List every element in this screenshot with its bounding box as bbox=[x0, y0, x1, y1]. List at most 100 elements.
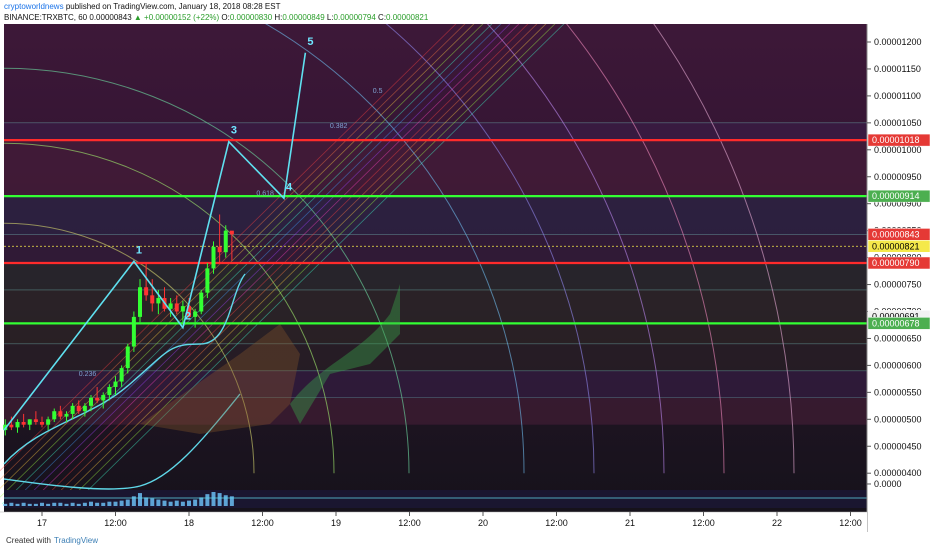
volume-bar bbox=[40, 502, 44, 506]
price-change: ▲ +0.00000152 (+22%) bbox=[133, 13, 220, 22]
y-tick-label: 0.00000550 bbox=[874, 387, 922, 397]
volume-bar bbox=[205, 494, 210, 506]
time-axis-background bbox=[0, 512, 867, 532]
candle-body bbox=[144, 287, 149, 296]
wave-label-1: 1 bbox=[136, 244, 142, 256]
volume-bar bbox=[168, 501, 173, 506]
created-with-text: Created with bbox=[6, 536, 51, 545]
volume-bar bbox=[223, 495, 228, 506]
y-tick-label: 0.00001050 bbox=[874, 118, 922, 128]
price-tag-0.00000821: 0.00000821 bbox=[872, 241, 920, 251]
symbol-label: BINANCE:TRXBTC, 60 bbox=[4, 13, 88, 22]
candle-body bbox=[223, 230, 228, 253]
volume-bar bbox=[174, 500, 179, 506]
x-tick-label: 12:00 bbox=[398, 518, 421, 528]
price-tag-0.00001018: 0.00001018 bbox=[872, 135, 920, 145]
ohlc-close-label: C: bbox=[378, 13, 387, 22]
volume-bar bbox=[64, 503, 69, 506]
x-tick-label: 12:00 bbox=[839, 518, 862, 528]
fib-label: 0.5 bbox=[373, 88, 383, 95]
candle-body bbox=[46, 419, 51, 425]
volume-bar bbox=[199, 497, 204, 506]
volume-panel bbox=[3, 490, 867, 508]
fib-band bbox=[4, 140, 867, 197]
volume-bar bbox=[138, 493, 142, 506]
volume-bar bbox=[76, 503, 81, 506]
fib-band bbox=[4, 122, 867, 141]
candle-body bbox=[89, 397, 93, 406]
candle-body bbox=[21, 421, 26, 425]
y-tick-label: 0.00001100 bbox=[874, 91, 921, 101]
volume-bar bbox=[52, 502, 57, 506]
candle-body bbox=[9, 424, 14, 428]
tradingview-logo[interactable]: TradingView bbox=[54, 536, 98, 545]
y-tick-label: 0.0000 bbox=[874, 479, 902, 489]
candle-body bbox=[193, 311, 198, 317]
wave-label-5: 5 bbox=[307, 36, 313, 48]
y-tick-label: 0.00001200 bbox=[874, 37, 922, 47]
candle-body bbox=[95, 397, 100, 401]
price-chart[interactable]: 1 2 3 4 5 0.618 0.382 0.5 0.236 0.00001200 0.000… bbox=[0, 24, 932, 532]
y-tick-label: 0.00000500 bbox=[874, 414, 922, 424]
candle-body bbox=[199, 292, 204, 312]
price-tag-0.00000790: 0.00000790 bbox=[872, 258, 920, 268]
wave-label-2: 2 bbox=[185, 311, 191, 323]
y-tick-label: 0.00000400 bbox=[874, 468, 922, 478]
volume-bar bbox=[82, 502, 87, 506]
x-tick-label: 19 bbox=[331, 518, 341, 528]
candle-body bbox=[101, 395, 106, 401]
candle-body bbox=[27, 419, 32, 425]
x-tick-label: 20 bbox=[478, 518, 488, 528]
x-tick-label: 12:00 bbox=[251, 518, 274, 528]
x-tick-label: 12:00 bbox=[545, 518, 568, 528]
candle-body bbox=[205, 268, 210, 293]
price-tag-0.00000678: 0.00000678 bbox=[872, 318, 920, 328]
volume-bar bbox=[21, 502, 26, 506]
volume-bar bbox=[101, 502, 106, 506]
volume-bar bbox=[33, 503, 38, 506]
volume-bar bbox=[107, 501, 112, 506]
candle-body bbox=[52, 411, 57, 420]
volume-bar bbox=[95, 502, 100, 506]
price-tag-0.00000843: 0.00000843 bbox=[872, 229, 920, 239]
volume-bar bbox=[193, 499, 198, 506]
fib-label: 0.618 bbox=[256, 191, 274, 198]
volume-bar bbox=[156, 499, 161, 506]
last-price: 0.00000843 bbox=[89, 13, 132, 22]
candle-body bbox=[33, 419, 38, 422]
volume-bar bbox=[150, 498, 155, 506]
candle-body bbox=[138, 287, 142, 317]
candle-body bbox=[156, 298, 161, 304]
published-text: published on TradingView.com, January 18… bbox=[65, 2, 281, 11]
ohlc-open-label: O: bbox=[221, 13, 230, 22]
candle-body bbox=[64, 413, 69, 417]
candle-body bbox=[217, 246, 222, 253]
candle-body bbox=[76, 405, 81, 412]
volume-bar bbox=[70, 502, 75, 506]
fib-label: 0.382 bbox=[330, 123, 348, 130]
volume-bar bbox=[162, 500, 167, 506]
volume-bar bbox=[58, 502, 63, 506]
candle-body bbox=[40, 421, 44, 425]
volume-bar bbox=[125, 499, 130, 506]
volume-bar bbox=[3, 503, 8, 506]
x-tick-label: 17 bbox=[37, 518, 47, 528]
volume-bar bbox=[9, 502, 14, 506]
y-tick-label: 0.00000650 bbox=[874, 333, 922, 343]
fib-bands bbox=[4, 122, 867, 425]
candle-body bbox=[119, 368, 124, 382]
candle-body bbox=[150, 295, 155, 304]
candle-body bbox=[107, 386, 112, 396]
y-tick-label: 0.00000600 bbox=[874, 360, 922, 370]
fib-label: 0.236 bbox=[79, 371, 97, 378]
candle-body bbox=[82, 405, 87, 412]
x-tick-label: 22 bbox=[772, 518, 782, 528]
fib-band bbox=[4, 196, 867, 235]
volume-bar bbox=[211, 492, 216, 506]
x-tick-label: 12:00 bbox=[692, 518, 715, 528]
x-tick-label: 21 bbox=[625, 518, 635, 528]
ohlc-open: 0.00000830 bbox=[229, 13, 273, 22]
author-link[interactable]: cryptoworldnews bbox=[4, 2, 64, 11]
price-tag-0.00000914: 0.00000914 bbox=[872, 191, 920, 201]
volume-bar bbox=[187, 500, 191, 506]
